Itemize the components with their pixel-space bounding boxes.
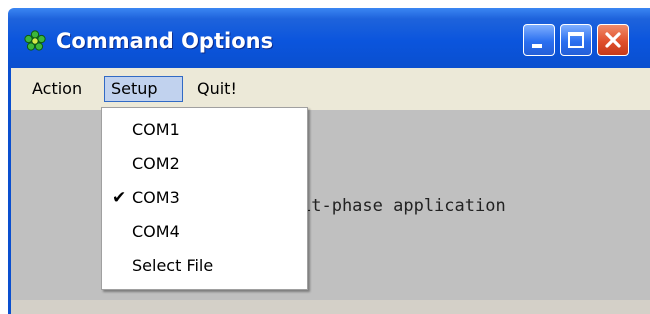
window-bottom-edge <box>11 300 650 314</box>
menu-quit[interactable]: Quit! <box>191 76 243 102</box>
checkmark-icon: ✔ <box>112 188 127 208</box>
menu-item-label: COM2 <box>132 154 180 173</box>
green-flower-icon <box>24 30 46 51</box>
setup-dropdown-menu: COM1 COM2 ✔ COM3 COM4 Select File <box>101 107 308 290</box>
menu-item-label: COM4 <box>132 222 180 241</box>
menu-item-com2[interactable]: COM2 <box>102 147 307 181</box>
menu-setup[interactable]: Setup <box>104 76 183 102</box>
menu-bar: Action Setup Quit! <box>8 68 650 110</box>
menu-item-label: Select File <box>132 256 214 275</box>
minimize-icon <box>532 44 542 48</box>
title-bar[interactable]: Command Options <box>8 8 650 68</box>
menu-item-com1[interactable]: COM1 <box>102 113 307 147</box>
menu-item-label: COM3 <box>132 188 180 207</box>
close-icon <box>605 32 621 48</box>
close-button[interactable] <box>597 24 629 56</box>
menu-item-select-file[interactable]: Select File <box>102 249 307 283</box>
window-title: Command Options <box>56 29 274 53</box>
status-text: it-phase application <box>301 196 506 216</box>
minimize-button[interactable] <box>523 24 555 56</box>
menu-action[interactable]: Action <box>26 76 88 102</box>
maximize-button[interactable] <box>560 24 592 56</box>
maximize-icon <box>568 32 584 48</box>
menu-item-label: COM1 <box>132 120 180 139</box>
menu-item-com3[interactable]: ✔ COM3 <box>102 181 307 215</box>
menu-item-com4[interactable]: COM4 <box>102 215 307 249</box>
